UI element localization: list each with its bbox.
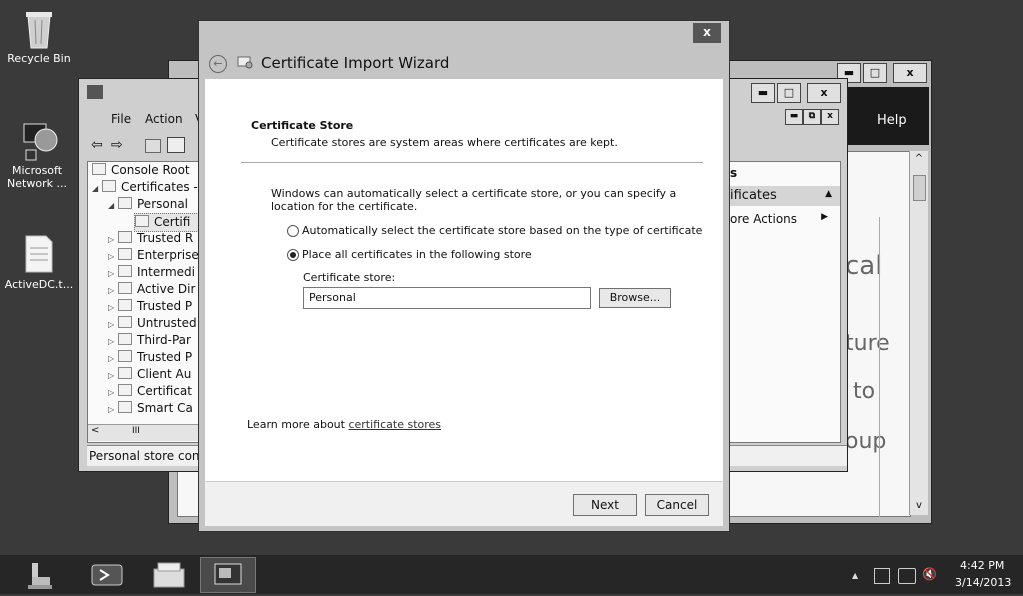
file-explorer-icon[interactable] — [146, 557, 192, 593]
bg-text-1: cal — [845, 251, 883, 281]
mmc-maximize-button[interactable]: □ — [777, 83, 801, 103]
mmc-taskbar-icon[interactable] — [200, 557, 256, 593]
tree-item-trusted-people[interactable]: ▷ Trusted P — [108, 349, 192, 366]
network-icon — [20, 120, 58, 161]
tree-item-trusted-publishers[interactable]: ▷ Trusted P — [108, 298, 192, 315]
radio-place-label[interactable]: Place all certificates in the following … — [302, 248, 532, 261]
more-actions-label: ore Actions — [730, 212, 798, 226]
server-manager-icon[interactable] — [18, 557, 64, 593]
certificate-stores-link[interactable]: certificate stores — [348, 418, 441, 431]
recycle-bin-icon — [22, 8, 56, 49]
desktop-icon-label: Microsoft Network ... — [7, 164, 67, 190]
action-center-icon[interactable] — [874, 568, 890, 584]
intro-text: Windows can automatically select a certi… — [271, 187, 677, 213]
back-icon[interactable]: ⇦ — [91, 137, 103, 153]
tree-item-third-party[interactable]: ▷ Third-Par — [108, 332, 191, 349]
desktop-icon-recycle-bin[interactable]: Recycle Bin — [4, 8, 74, 65]
wizard-content: Certificate Store Certificate stores are… — [205, 79, 723, 491]
tree-pane: Console Root ◢ Certificates - ◢ Personal C… — [87, 161, 207, 443]
document-icon — [22, 234, 56, 274]
tree-item-console-root[interactable]: Console Root — [92, 162, 190, 179]
tree-item-trusted-root[interactable]: ▷ Trusted R — [108, 230, 193, 247]
tree-item-client-auth[interactable]: ▷ Client Au — [108, 366, 191, 383]
actions-section-label: ificates — [730, 188, 777, 203]
volume-muted-icon[interactable]: 🔇 — [922, 567, 937, 581]
certificate-icon — [237, 55, 253, 69]
tree-item-active-directory[interactable]: ▷ Active Dir — [108, 281, 195, 298]
inner-close-button[interactable]: x — [821, 109, 839, 125]
actions-section[interactable]: ificates ▲ — [728, 186, 840, 206]
network-tray-icon[interactable] — [898, 568, 916, 584]
browse-button[interactable]: Browse... — [599, 288, 671, 308]
desktop-icon-label: ActiveDC.t... — [4, 278, 74, 291]
tree-item-untrusted[interactable]: ▷ Untrusted — [108, 315, 197, 332]
desktop-icon-label: Recycle Bin — [7, 52, 71, 65]
store-input[interactable]: Personal — [303, 287, 591, 309]
desktop-icon-network[interactable]: Microsoft Network ... — [2, 120, 72, 190]
section-subheading: Certificate stores are system areas wher… — [271, 136, 618, 149]
tree-item-intermediate[interactable]: ▷ Intermedi — [108, 264, 195, 281]
tree-item-certificate-enrollment[interactable]: ▷ Certificat — [108, 383, 192, 400]
store-input-value: Personal — [309, 291, 356, 304]
section-heading: Certificate Store — [251, 119, 354, 132]
radio-auto-select[interactable] — [287, 225, 299, 237]
header-divider — [241, 162, 703, 163]
wizard-close-button[interactable]: x — [693, 23, 721, 43]
inner-restore-button[interactable]: ⧉ — [803, 109, 821, 125]
maximize-button[interactable]: □ — [863, 63, 887, 83]
learn-more-prefix: Learn more about — [247, 418, 349, 431]
tree-item-certificates[interactable]: ◢ Certificates - — [92, 179, 198, 196]
tree-item-smart-card[interactable]: ▷ Smart Ca — [108, 400, 193, 417]
show-tree-icon[interactable] — [167, 137, 185, 153]
next-button[interactable]: Next — [573, 494, 637, 516]
learn-more: Learn more about certificate stores — [247, 418, 441, 431]
bg-text-3: to — [853, 379, 876, 404]
inner-minimize-button[interactable]: ▬ — [785, 109, 803, 125]
clock-date[interactable]: 3/14/2013 — [955, 576, 1011, 589]
help-menu[interactable]: Help — [877, 113, 907, 128]
actions-pane: s ificates ▲ ore Actions ▶ — [727, 161, 841, 443]
radio-place-in-store[interactable] — [287, 249, 299, 261]
chevron-right-icon: ▶ — [821, 212, 828, 222]
radio-auto-label[interactable]: Automatically select the certificate sto… — [302, 224, 702, 237]
mmc-close-button[interactable]: x — [807, 83, 841, 103]
more-actions-item[interactable]: ore Actions ▶ — [728, 210, 840, 228]
back-arrow-icon[interactable]: ← — [209, 55, 227, 73]
menu-action[interactable]: Action — [145, 112, 183, 126]
close-button[interactable]: x — [893, 63, 927, 83]
certificate-import-wizard[interactable]: x ← Certificate Import Wizard Certificat… — [198, 20, 730, 532]
tree-item-personal[interactable]: ◢ Personal — [108, 196, 188, 213]
up-folder-icon[interactable] — [145, 139, 161, 153]
clock-time[interactable]: 4:42 PM — [960, 559, 1004, 572]
desktop-icon-activedc[interactable]: ActiveDC.t... — [4, 234, 74, 291]
forward-icon[interactable]: ⇨ — [111, 137, 123, 153]
cancel-button[interactable]: Cancel — [645, 494, 709, 516]
tray-expand-icon[interactable]: ▲ — [852, 571, 858, 580]
powershell-icon[interactable] — [84, 557, 130, 593]
store-label: Certificate store: — [303, 271, 396, 284]
wizard-title: Certificate Import Wizard — [261, 54, 450, 72]
menu-file[interactable]: File — [111, 112, 131, 126]
bg-border-line — [879, 217, 880, 517]
tree-hscrollbar[interactable]: < III — [88, 424, 206, 441]
scrollbar[interactable]: ^ v — [909, 151, 928, 515]
bg-text-4: oup — [845, 429, 887, 454]
bg-text-2: ture — [845, 331, 890, 356]
wizard-footer: Next Cancel — [205, 481, 723, 526]
collapse-icon[interactable]: ▲ — [825, 189, 832, 199]
mmc-app-icon — [87, 85, 103, 99]
tree-item-enterprise[interactable]: ▷ Enterprise — [108, 247, 199, 264]
status-text: Personal store contai — [89, 449, 215, 463]
actions-header: s — [730, 166, 738, 180]
mmc-minimize-button[interactable]: ▬ — [751, 83, 775, 103]
